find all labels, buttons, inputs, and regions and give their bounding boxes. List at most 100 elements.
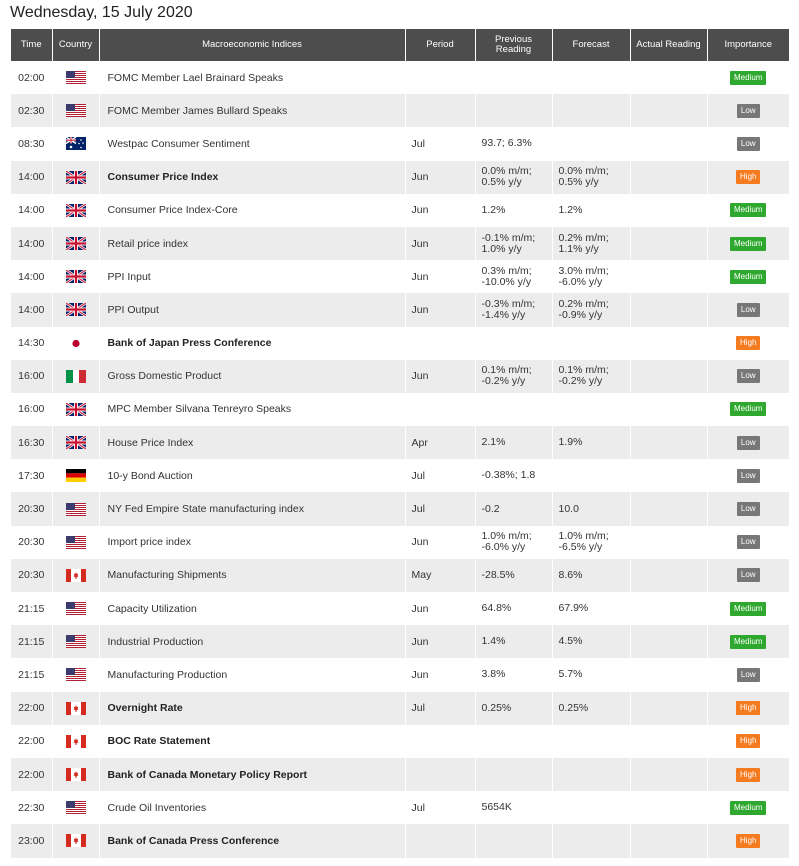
table-row[interactable]: 02:30 FOMC Member James Bullard Speaks Low <box>11 94 789 128</box>
table-row[interactable]: 16:00 Gross Domestic Product Jun 0.1% m/m; -… <box>11 359 789 393</box>
cell-country <box>52 791 100 825</box>
cell-indicator-name[interactable]: Manufacturing Shipments <box>99 558 406 592</box>
previous-line-1: 1.2% <box>481 203 506 216</box>
cell-indicator-name[interactable]: Consumer Price Index <box>99 160 406 194</box>
table-row[interactable]: 22:00 BOC Rate Statement High <box>11 724 789 758</box>
previous-line-1: 93.7; 6.3% <box>481 137 532 150</box>
header-forecast[interactable]: Forecast <box>552 29 631 61</box>
table-row[interactable]: 20:30 Import price index Jun 1.0% m/m; -6.0%… <box>11 525 789 559</box>
cell-importance: Medium <box>707 260 789 294</box>
cell-indicator-name[interactable]: Overnight Rate <box>99 691 406 725</box>
header-actual[interactable]: Actual Reading <box>630 29 708 61</box>
table-row[interactable]: 20:30 NY Fed Empire State manufacturing i… <box>11 492 789 526</box>
cell-indicator-name[interactable]: Westpac Consumer Sentiment <box>99 127 406 161</box>
cell-country <box>52 525 100 559</box>
forecast-line-1: 10.0 <box>558 502 579 515</box>
forecast-line-1: 0.25% <box>558 701 589 714</box>
cell-actual <box>630 94 708 128</box>
table-row[interactable]: 14:00 PPI Output Jun -0.3% m/m; -1.4% y/y 0.2… <box>11 293 789 327</box>
cell-indicator-name[interactable]: Crude Oil Inventories <box>99 791 406 825</box>
cell-indicator-name[interactable]: Bank of Japan Press Conference <box>99 326 406 360</box>
italy-flag-icon <box>65 369 86 383</box>
cell-forecast: 0.2% m/m; 1.1% y/y <box>552 226 631 261</box>
table-row[interactable]: 02:00 FOMC Member Lael Brainard Speaks Med… <box>11 61 789 95</box>
cell-indicator-name[interactable]: 10-y Bond Auction <box>99 459 406 493</box>
cell-forecast: 1.9% <box>552 426 631 460</box>
cell-importance: High <box>707 691 789 725</box>
cell-time: 16:00 <box>11 359 53 393</box>
cell-actual <box>630 326 708 360</box>
cell-indicator-name[interactable]: PPI Output <box>99 293 406 327</box>
table-row[interactable]: 21:15 Manufacturing Production Jun 3.8% 5.7%… <box>11 658 789 692</box>
cell-actual <box>630 260 708 294</box>
cell-time: 14:00 <box>11 260 53 294</box>
table-row[interactable]: 22:00 Bank of Canada Monetary Policy Repo… <box>11 757 789 792</box>
cell-indicator-name[interactable]: NY Fed Empire State manufacturing index <box>99 492 406 526</box>
cell-previous <box>475 94 553 128</box>
table-row[interactable]: 22:30 Crude Oil Inventories Jul 5654K Medium <box>11 791 789 825</box>
cell-previous: -0.2 <box>475 492 553 526</box>
us-flag-icon <box>65 801 86 815</box>
header-importance[interactable]: Importance <box>707 29 789 61</box>
cell-actual <box>630 558 708 592</box>
cell-indicator-name[interactable]: Import price index <box>99 525 406 559</box>
header-index[interactable]: Macroeconomic Indices <box>99 29 406 61</box>
cell-actual <box>630 392 708 427</box>
cell-country <box>52 193 100 227</box>
header-time[interactable]: Time <box>11 29 53 61</box>
table-row[interactable]: 17:30 10-y Bond Auction Jul -0.38%; 1.8 Low <box>11 459 789 493</box>
table-row[interactable]: 08:30 Westpac Consumer Sentiment Jul 93.7; … <box>11 127 789 161</box>
table-row[interactable]: 21:15 Industrial Production Jun 1.4% 4.5% Med… <box>11 625 789 659</box>
table-row[interactable]: 22:00 Overnight Rate Jul 0.25% 0.25% High <box>11 691 789 725</box>
cell-forecast <box>552 824 631 858</box>
us-flag-icon <box>65 104 86 118</box>
table-row[interactable]: 14:00 Retail price index Jun -0.1% m/m; 1.0%… <box>11 226 789 261</box>
previous-line-1: 5654K <box>481 801 512 814</box>
importance-badge: High <box>736 336 761 351</box>
canada-flag-icon <box>65 734 86 748</box>
table-row[interactable]: 14:00 Consumer Price Index-Core Jun 1.2% 1.2… <box>11 193 789 227</box>
forecast-line-1: 0.2% m/m; <box>558 231 609 244</box>
table-row[interactable]: 20:30 Manufacturing Shipments May -28.5% 8.6… <box>11 558 789 592</box>
cell-indicator-name[interactable]: MPC Member Silvana Tenreyro Speaks <box>99 392 406 427</box>
importance-badge: Medium <box>730 634 767 649</box>
table-row[interactable]: 14:00 PPI Input Jun 0.3% m/m; -10.0% y/y 3.0%… <box>11 260 789 294</box>
table-row[interactable]: 16:30 House Price Index Apr 2.1% 1.9% Low <box>11 426 789 460</box>
cell-indicator-name[interactable]: PPI Input <box>99 260 406 294</box>
previous-line-2: -0.2% y/y <box>481 375 526 388</box>
forecast-line-2: -0.9% y/y <box>558 308 603 321</box>
table-row[interactable]: 21:15 Capacity Utilization Jun 64.8% 67.9% Me… <box>11 592 789 626</box>
cell-period <box>405 326 476 360</box>
header-country[interactable]: Country <box>52 29 100 61</box>
cell-indicator-name[interactable]: Retail price index <box>99 226 406 261</box>
cell-indicator-name[interactable]: Manufacturing Production <box>99 658 406 692</box>
cell-indicator-name[interactable]: BOC Rate Statement <box>99 724 406 758</box>
cell-country <box>52 359 100 393</box>
importance-badge: Low <box>736 468 760 483</box>
cell-indicator-name[interactable]: Consumer Price Index-Core <box>99 193 406 227</box>
cell-period: Jul <box>405 492 476 526</box>
cell-indicator-name[interactable]: Bank of Canada Monetary Policy Report <box>99 757 406 792</box>
cell-indicator-name[interactable]: Gross Domestic Product <box>99 359 406 393</box>
cell-indicator-name[interactable]: Industrial Production <box>99 625 406 659</box>
canada-flag-icon <box>65 768 86 782</box>
cell-indicator-name[interactable]: Capacity Utilization <box>99 592 406 626</box>
cell-indicator-name[interactable]: House Price Index <box>99 426 406 460</box>
table-row[interactable]: 16:00 MPC Member Silvana Tenreyro Speaks M… <box>11 392 789 427</box>
importance-badge: Low <box>736 568 760 583</box>
cell-time: 22:30 <box>11 791 53 825</box>
previous-line-1: 2.1% <box>481 436 506 449</box>
importance-badge: Low <box>736 535 760 550</box>
table-row[interactable]: 14:00 Consumer Price Index Jun 0.0% m/m; 0.5… <box>11 160 789 194</box>
cell-indicator-name[interactable]: Bank of Canada Press Conference <box>99 824 406 858</box>
cell-indicator-name[interactable]: FOMC Member Lael Brainard Speaks <box>99 61 406 95</box>
importance-badge: Medium <box>730 236 767 251</box>
table-row[interactable]: 14:30 Bank of Japan Press Conference High <box>11 326 789 360</box>
cell-previous <box>475 824 553 858</box>
uk-flag-icon <box>65 402 86 416</box>
header-previous[interactable]: Previous Reading <box>475 29 553 61</box>
previous-line-2: 1.0% y/y <box>481 242 522 255</box>
table-row[interactable]: 23:00 Bank of Canada Press Conference High <box>11 824 789 858</box>
cell-indicator-name[interactable]: FOMC Member James Bullard Speaks <box>99 94 406 128</box>
header-period[interactable]: Period <box>405 29 476 61</box>
